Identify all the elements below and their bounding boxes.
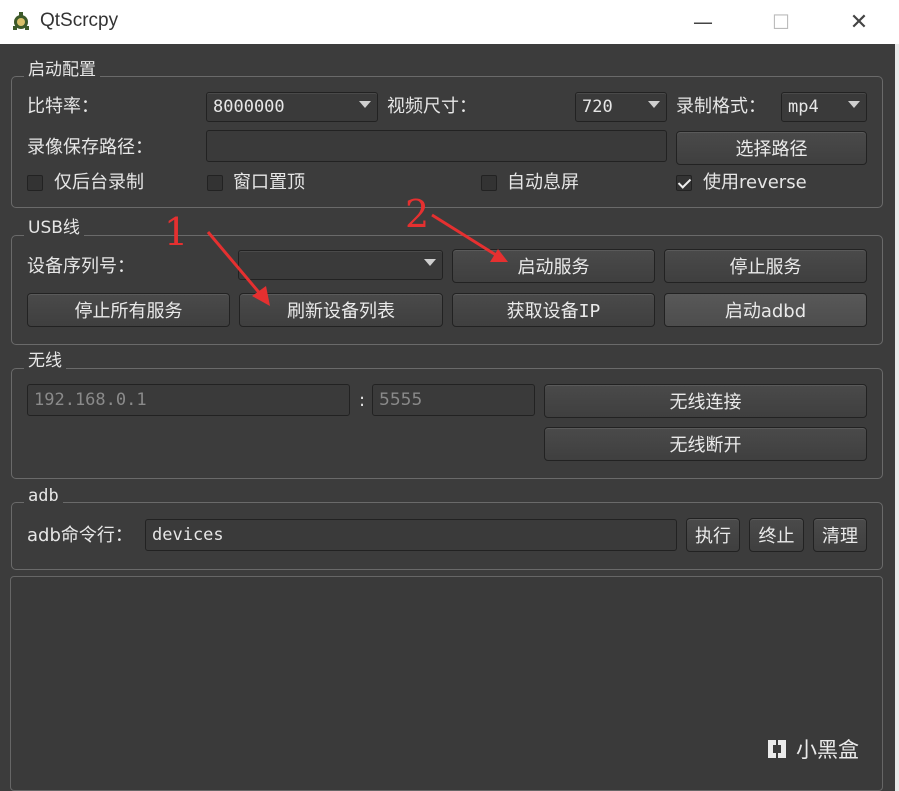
- get-device-ip-button[interactable]: 获取设备IP: [452, 293, 655, 327]
- port-input[interactable]: 5555: [372, 384, 535, 416]
- adb-cmd-label: adb命令行：: [27, 525, 133, 546]
- clear-button[interactable]: 清理: [813, 518, 867, 552]
- output-log[interactable]: [10, 576, 883, 791]
- use-reverse-checkbox[interactable]: [676, 175, 692, 191]
- serial-label: 设备序列号：: [27, 256, 135, 277]
- record-path-label: 录像保存路径：: [27, 137, 153, 158]
- record-format-value: mp4: [788, 97, 819, 117]
- background-record-label: 仅后台录制: [54, 172, 144, 193]
- window-title: QtScrcpy: [40, 10, 119, 31]
- chevron-down-icon: [648, 101, 660, 108]
- select-path-button[interactable]: 选择路径: [676, 131, 867, 165]
- wireless-group-title: 无线: [24, 351, 66, 371]
- adb-cmd-input[interactable]: devices: [145, 519, 677, 551]
- always-on-top-label: 窗口置顶: [233, 172, 305, 193]
- chevron-down-icon: [848, 101, 860, 108]
- chevron-down-icon: [424, 259, 436, 266]
- watermark-text: 小黑盒: [796, 738, 859, 762]
- start-adbd-button[interactable]: 启动adbd: [664, 293, 867, 327]
- stop-all-services-button[interactable]: 停止所有服务: [27, 293, 230, 327]
- video-size-label: 视频尺寸：: [387, 96, 477, 117]
- wireless-disconnect-button[interactable]: 无线断开: [544, 427, 867, 461]
- annotation-number-1: 1: [164, 210, 189, 254]
- colon-label: :: [359, 390, 366, 411]
- auto-screen-off-label: 自动息屏: [507, 172, 579, 193]
- wireless-connect-button[interactable]: 无线连接: [544, 384, 867, 418]
- record-path-input[interactable]: [206, 130, 667, 162]
- video-size-combo[interactable]: 720: [575, 92, 667, 122]
- minimize-button[interactable]: —: [680, 6, 726, 38]
- bitrate-label: 比特率：: [27, 96, 99, 117]
- always-on-top-checkbox[interactable]: [207, 175, 223, 191]
- refresh-devices-button[interactable]: 刷新设备列表: [239, 293, 443, 327]
- chevron-down-icon: [359, 101, 371, 108]
- annotation-number-2: 2: [405, 192, 430, 236]
- adb-group-title: adb: [24, 486, 63, 506]
- title-bar: QtScrcpy — ☐ ✕: [0, 0, 899, 44]
- app-icon: [13, 12, 29, 30]
- startup-config-title: 启动配置: [24, 60, 100, 80]
- close-button[interactable]: ✕: [836, 6, 882, 38]
- start-service-button[interactable]: 启动服务: [452, 249, 655, 283]
- terminate-button[interactable]: 终止: [749, 518, 804, 552]
- watermark: 小黑盒: [764, 734, 859, 764]
- execute-button[interactable]: 执行: [686, 518, 740, 552]
- use-reverse-label: 使用reverse: [703, 172, 807, 193]
- bitrate-value: 8000000: [213, 97, 285, 117]
- serial-combo[interactable]: [238, 250, 443, 280]
- video-size-value: 720: [582, 97, 613, 117]
- auto-screen-off-checkbox[interactable]: [481, 175, 497, 191]
- stop-service-button[interactable]: 停止服务: [664, 249, 867, 283]
- background-record-checkbox[interactable]: [27, 175, 43, 191]
- heybox-logo-icon: [768, 740, 786, 758]
- maximize-button[interactable]: ☐: [758, 6, 804, 38]
- record-format-combo[interactable]: mp4: [781, 92, 867, 122]
- bitrate-combo[interactable]: 8000000: [206, 92, 378, 122]
- record-format-label: 录制格式：: [676, 96, 766, 117]
- usb-group-title: USB线: [24, 218, 84, 238]
- ip-input[interactable]: 192.168.0.1: [27, 384, 350, 416]
- main-window: 启动配置 比特率： 8000000 视频尺寸： 720 录制格式： mp4 录像…: [0, 44, 899, 791]
